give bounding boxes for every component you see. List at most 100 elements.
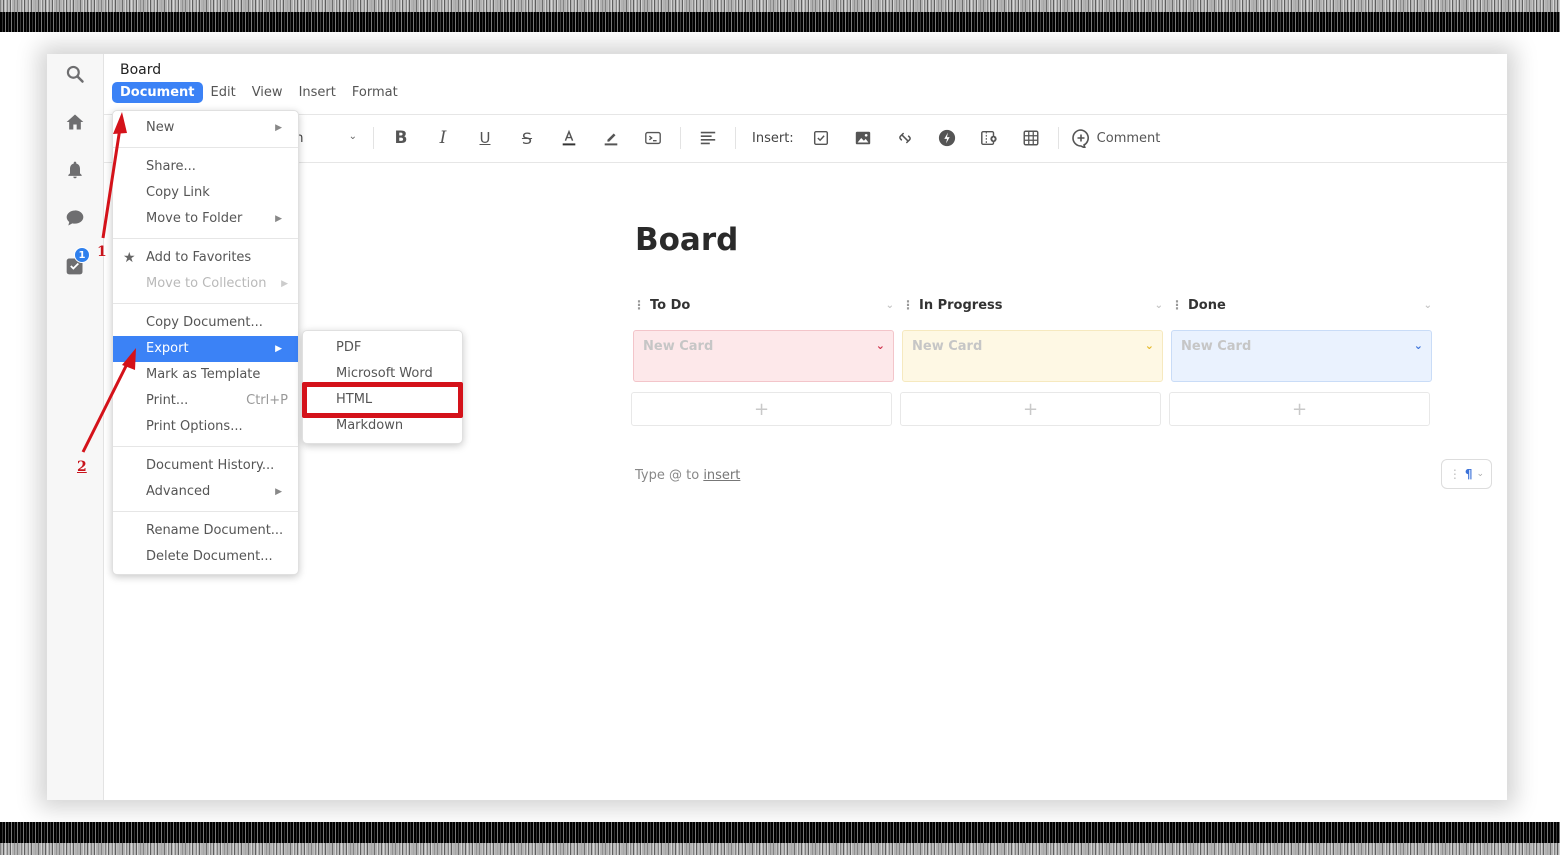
column-title: In Progress (919, 297, 1003, 313)
export-microsoft-word[interactable]: Microsoft Word (303, 361, 462, 387)
menu-item-delete-document[interactable]: Delete Document... (113, 544, 298, 570)
board-card[interactable]: New Card ⌄ (1171, 330, 1432, 382)
menu-separator (113, 303, 298, 304)
align-left-icon (700, 131, 716, 145)
menu-item-new[interactable]: New ▶ (113, 115, 298, 141)
column-title: Done (1188, 297, 1226, 313)
divider (104, 162, 1507, 163)
insert-link-button[interactable] (884, 123, 926, 153)
menu-document[interactable]: Document (112, 82, 203, 103)
comment-button[interactable]: Comment (1071, 128, 1160, 148)
menu-item-label: Add to Favorites (146, 250, 252, 265)
toolbar-separator (680, 127, 681, 149)
column-title-wrap: ⋮ Done (1171, 298, 1226, 313)
export-pdf[interactable]: PDF (303, 335, 462, 361)
menu-item-print[interactable]: Print... Ctrl+P (113, 388, 298, 414)
menu-item-rename-document[interactable]: Rename Document... (113, 518, 298, 544)
menu-item-print-options[interactable]: Print Options... (113, 414, 298, 440)
insert-table-button[interactable] (1010, 123, 1052, 153)
align-button[interactable] (687, 123, 729, 153)
chat-icon[interactable] (64, 207, 86, 229)
strikethrough-icon: S (521, 128, 533, 148)
italic-icon: I (439, 128, 447, 148)
menu-item-export[interactable]: Export ▶ (113, 336, 298, 362)
chevron-down-icon: ⌄ (1476, 469, 1485, 479)
add-card-button[interactable]: + (1169, 392, 1430, 426)
divider (104, 114, 1507, 115)
drag-handle-icon[interactable]: ⋮ (1171, 298, 1183, 312)
insert-checkbox-button[interactable] (800, 123, 842, 153)
underline-button[interactable]: U (464, 123, 506, 153)
menu-item-label: Rename Document... (146, 523, 284, 538)
drag-handle-icon[interactable]: ⋮ (902, 298, 914, 312)
menu-item-advanced[interactable]: Advanced ▶ (113, 479, 298, 505)
submenu-arrow-icon: ▶ (275, 487, 282, 497)
chevron-down-icon[interactable]: ⌄ (1145, 339, 1154, 352)
submenu-arrow-icon: ▶ (281, 279, 288, 289)
paragraph-style-select[interactable]: ph ⌄ (287, 131, 367, 146)
menu-item-add-to-favorites[interactable]: ★ Add to Favorites (113, 245, 298, 271)
card-title: New Card (643, 339, 714, 354)
board-column-done: ⋮ Done ⌄ New Card ⌄ + (1169, 294, 1432, 426)
chevron-down-icon[interactable]: ⌄ (1155, 300, 1163, 311)
menu-insert[interactable]: Insert (291, 82, 344, 103)
strikethrough-button[interactable]: S (506, 123, 548, 153)
text-color-button[interactable] (548, 123, 590, 153)
bold-button[interactable]: B (380, 123, 422, 153)
add-card-button[interactable]: + (900, 392, 1161, 426)
italic-button[interactable]: I (422, 123, 464, 153)
chevron-down-icon[interactable]: ⌄ (1414, 339, 1423, 352)
card-title: New Card (912, 339, 983, 354)
toolbar-separator (1057, 127, 1059, 149)
menu-item-label: Mark as Template (146, 367, 261, 382)
menu-item-move-to-collection: Move to Collection ▶ (113, 271, 298, 297)
menu-separator (113, 238, 298, 239)
code-button[interactable] (632, 123, 674, 153)
highlight-icon (604, 133, 618, 146)
menu-separator (113, 446, 298, 447)
menu-item-share[interactable]: Share... (113, 154, 298, 180)
menu-item-shortcut: Ctrl+P (246, 393, 288, 408)
insert-hint: Type @ to insert (635, 468, 740, 483)
menu-item-label: Print... (146, 393, 189, 408)
chevron-down-icon[interactable]: ⌄ (876, 339, 885, 352)
menu-item-label: Delete Document... (146, 549, 273, 564)
toolbar-separator (735, 127, 736, 149)
paragraph-format-button[interactable]: ⋮ ¶ ⌄ (1441, 459, 1492, 489)
drag-handle-icon[interactable]: ⋮ (633, 298, 645, 312)
menu-item-document-history[interactable]: Document History... (113, 453, 298, 479)
bell-icon[interactable] (64, 159, 86, 181)
menu-view[interactable]: View (244, 82, 291, 103)
menu-item-move-to-folder[interactable]: Move to Folder ▶ (113, 206, 298, 232)
menubar: Document Edit View Insert Format (112, 82, 406, 103)
board-card[interactable]: New Card ⌄ (902, 330, 1163, 382)
highlight-button[interactable] (590, 123, 632, 153)
menu-edit[interactable]: Edit (203, 82, 244, 103)
text-color-icon (562, 129, 576, 146)
checkbox-icon (813, 130, 828, 146)
link-icon (898, 132, 911, 144)
chevron-down-icon[interactable]: ⌄ (886, 300, 894, 311)
board-column-in-progress: ⋮ In Progress ⌄ New Card ⌄ + (900, 294, 1163, 426)
menu-item-label: Document History... (146, 458, 275, 473)
menu-separator (113, 147, 298, 148)
column-header: ⋮ Done ⌄ (1171, 294, 1432, 316)
embed-icon (980, 130, 997, 146)
menu-format[interactable]: Format (344, 82, 406, 103)
search-icon[interactable] (64, 63, 86, 85)
torn-edge-top (0, 0, 1560, 32)
chevron-down-icon[interactable]: ⌄ (1424, 300, 1432, 311)
insert-image-button[interactable] (842, 123, 884, 153)
column-title: To Do (650, 297, 691, 313)
export-markdown[interactable]: Markdown (303, 413, 462, 439)
board-card[interactable]: New Card ⌄ (633, 330, 894, 382)
menu-item-copy-document[interactable]: Copy Document... (113, 310, 298, 336)
home-icon[interactable] (64, 111, 86, 133)
add-card-button[interactable]: + (631, 392, 892, 426)
insert-link[interactable]: insert (703, 468, 740, 483)
menu-item-copy-link[interactable]: Copy Link (113, 180, 298, 206)
insert-embed-button[interactable] (968, 123, 1010, 153)
menu-item-mark-as-template[interactable]: Mark as Template (113, 362, 298, 388)
insert-live-app-button[interactable] (926, 123, 968, 153)
export-html[interactable]: HTML (303, 387, 462, 413)
